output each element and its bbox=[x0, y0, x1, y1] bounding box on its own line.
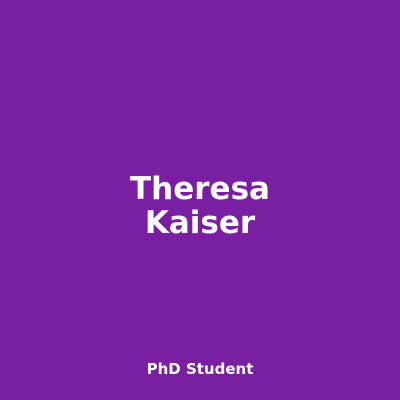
person-name: Theresa Kaiser bbox=[0, 172, 400, 240]
last-name: Kaiser bbox=[144, 205, 256, 241]
first-name: Theresa bbox=[130, 171, 270, 207]
person-role: PhD Student bbox=[146, 360, 254, 378]
